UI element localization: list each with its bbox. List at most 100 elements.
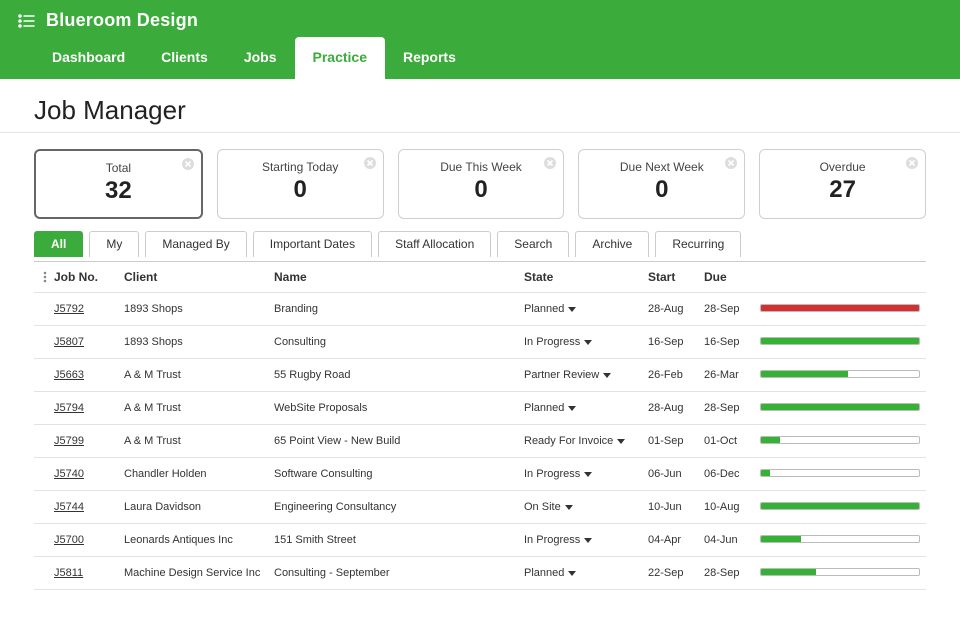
nav-tab-reports[interactable]: Reports [385, 37, 474, 79]
table-row: J57921893 ShopsBrandingPlanned28-Aug28-S… [34, 293, 926, 326]
cell-start: 01-Sep [642, 425, 698, 457]
job-link[interactable]: J5794 [54, 402, 84, 414]
cell-start: 16-Sep [642, 326, 698, 358]
kpi-label: Starting Today [228, 160, 373, 174]
cell-due: 28-Sep [698, 557, 754, 589]
chevron-down-icon [565, 505, 573, 510]
chevron-down-icon [617, 439, 625, 444]
col-due[interactable]: Due [698, 262, 754, 292]
col-state[interactable]: State [518, 262, 642, 292]
progress-bar [760, 502, 920, 510]
nav-tab-dashboard[interactable]: Dashboard [34, 37, 143, 79]
chevron-down-icon [568, 307, 576, 312]
filter-tab-staff-allocation[interactable]: Staff Allocation [378, 231, 491, 257]
kpi-row: Total32 Starting Today 0 Due This Week0Due … [34, 149, 926, 219]
cell-state[interactable]: In Progress [518, 524, 642, 556]
progress-bar [760, 403, 920, 411]
kpi-due-this-week[interactable]: Due This Week0 [398, 149, 565, 219]
job-link[interactable]: J5744 [54, 501, 84, 513]
table-row: J5740Chandler HoldenSoftware ConsultingI… [34, 458, 926, 491]
job-link[interactable]: J5807 [54, 336, 84, 348]
filter-tab-my[interactable]: My [89, 231, 139, 257]
chevron-down-icon [568, 571, 576, 576]
table-row: J58071893 ShopsConsultingIn Progress16-S… [34, 326, 926, 359]
filter-tab-managed-by[interactable]: Managed By [145, 231, 246, 257]
kpi-value: 0 [228, 176, 373, 204]
filter-tab-important-dates[interactable]: Important Dates [253, 231, 372, 257]
cell-due: 10-Aug [698, 491, 754, 523]
kpi-total[interactable]: Total32 [34, 149, 203, 219]
cell-state[interactable]: Planned [518, 392, 642, 424]
kpi-starting-today[interactable]: Starting Today 0 [217, 149, 384, 219]
job-link[interactable]: J5799 [54, 435, 84, 447]
progress-bar [760, 337, 920, 345]
progress-bar [760, 469, 920, 477]
progress-bar [760, 568, 920, 576]
progress-bar [760, 436, 920, 444]
close-icon[interactable] [543, 156, 557, 170]
brand-title: Blueroom Design [46, 10, 198, 31]
filter-tab-all[interactable]: All [34, 231, 83, 257]
cell-client: Chandler Holden [118, 458, 268, 490]
progress-bar [760, 535, 920, 543]
filter-tab-recurring[interactable]: Recurring [655, 231, 741, 257]
table-row: J5663A & M Trust55 Rugby RoadPartner Rev… [34, 359, 926, 392]
progress-bar [760, 304, 920, 312]
cell-due: 16-Sep [698, 326, 754, 358]
job-link[interactable]: J5792 [54, 303, 84, 315]
nav-tab-jobs[interactable]: Jobs [226, 37, 295, 79]
cell-client: Laura Davidson [118, 491, 268, 523]
cell-due: 26-Mar [698, 359, 754, 391]
cell-name: Branding [268, 293, 518, 325]
close-icon[interactable] [905, 156, 919, 170]
filter-tab-archive[interactable]: Archive [575, 231, 649, 257]
row-actions-icon[interactable] [34, 263, 48, 291]
kpi-overdue[interactable]: Overdue27 [759, 149, 926, 219]
cell-client: 1893 Shops [118, 326, 268, 358]
kpi-label: Overdue [770, 160, 915, 174]
job-link[interactable]: J5663 [54, 369, 84, 381]
cell-name: 55 Rugby Road [268, 359, 518, 391]
cell-state[interactable]: Planned [518, 293, 642, 325]
job-link[interactable]: J5811 [54, 567, 83, 579]
chevron-down-icon [584, 340, 592, 345]
col-start[interactable]: Start [642, 262, 698, 292]
nav-tab-practice[interactable]: Practice [295, 37, 385, 79]
nav-tab-clients[interactable]: Clients [143, 37, 226, 79]
cell-name: 151 Smith Street [268, 524, 518, 556]
progress-bar [760, 370, 920, 378]
kpi-label: Total [46, 161, 191, 175]
cell-start: 06-Jun [642, 458, 698, 490]
cell-client: 1893 Shops [118, 293, 268, 325]
chevron-down-icon [584, 538, 592, 543]
page-title: Job Manager [34, 95, 926, 126]
cell-state[interactable]: Ready For Invoice [518, 425, 642, 457]
cell-name: Consulting - September [268, 557, 518, 589]
chevron-down-icon [584, 472, 592, 477]
cell-state[interactable]: In Progress [518, 458, 642, 490]
menu-icon[interactable] [18, 14, 36, 28]
cell-state[interactable]: On Site [518, 491, 642, 523]
cell-state[interactable]: In Progress [518, 326, 642, 358]
chevron-down-icon [603, 373, 611, 378]
cell-client: Machine Design Service Inc [118, 557, 268, 589]
close-icon[interactable] [363, 156, 377, 170]
cell-start: 22-Sep [642, 557, 698, 589]
cell-start: 28-Aug [642, 392, 698, 424]
job-link[interactable]: J5700 [54, 534, 84, 546]
table-row: J5744Laura DavidsonEngineering Consultan… [34, 491, 926, 524]
close-icon[interactable] [181, 157, 195, 171]
close-icon[interactable] [724, 156, 738, 170]
col-name[interactable]: Name [268, 262, 518, 292]
cell-state[interactable]: Partner Review [518, 359, 642, 391]
col-jobno[interactable]: Job No. [48, 262, 118, 292]
cell-client: Leonards Antiques Inc [118, 524, 268, 556]
cell-start: 10-Jun [642, 491, 698, 523]
job-link[interactable]: J5740 [54, 468, 84, 480]
cell-due: 04-Jun [698, 524, 754, 556]
cell-state[interactable]: Planned [518, 557, 642, 589]
col-client[interactable]: Client [118, 262, 268, 292]
kpi-due-next-week[interactable]: Due Next Week0 [578, 149, 745, 219]
filter-tab-search[interactable]: Search [497, 231, 569, 257]
grid-header: Job No. Client Name State Start Due [34, 262, 926, 293]
